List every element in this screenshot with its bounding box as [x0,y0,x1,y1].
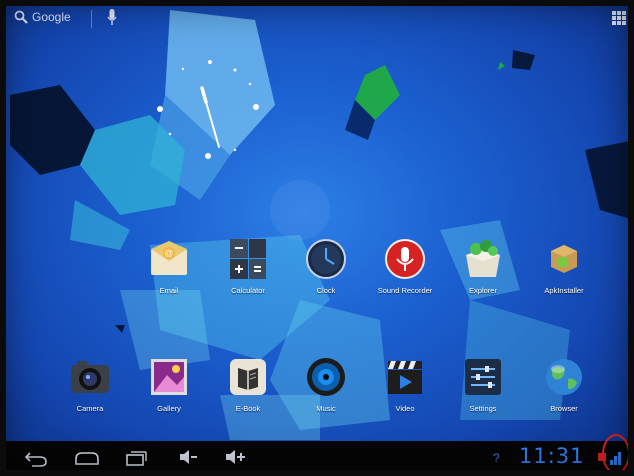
divider [91,10,92,28]
highlight-annotation-circle [602,434,630,474]
app-browser[interactable]: Browser [528,356,600,413]
status-clock[interactable]: 11:31 [519,444,585,468]
recent-apps-icon[interactable] [125,450,147,466]
email-icon: @ [148,238,190,280]
app-camera[interactable]: Camera [54,356,126,413]
back-icon[interactable] [24,449,48,467]
app-sound-recorder[interactable]: Sound Recorder [369,238,441,295]
globe-icon [543,356,585,398]
app-label: Browser [550,404,578,413]
folder-explorer-icon [462,238,504,280]
app-label: Clock [316,286,336,295]
camera-icon [69,356,111,398]
app-email[interactable]: @ Email [133,238,205,295]
home-screen: Google @ Email Calculator Clock Sound Re… [0,0,634,476]
app-label: Camera [76,404,104,413]
app-label: Email [159,286,179,295]
book-icon [227,356,269,398]
analog-clock-widget[interactable] [150,52,270,172]
app-calculator[interactable]: Calculator [212,238,284,295]
app-explorer[interactable]: Explorer [447,238,519,295]
voice-search-mic-icon[interactable] [107,9,117,27]
volume-up-icon[interactable] [224,449,246,465]
calculator-icon [227,238,269,280]
app-gallery[interactable]: Gallery [133,356,205,413]
search-icon [14,10,28,24]
svg-text:@: @ [164,248,173,258]
microphone-icon [384,238,426,280]
app-label: Calculator [231,286,265,295]
app-clock[interactable]: Clock [290,238,362,295]
app-label: ApkInstaller [544,286,584,295]
app-music[interactable]: Music [290,356,362,413]
home-icon[interactable] [74,451,100,465]
app-label: Explorer [469,286,497,295]
all-apps-grid-icon[interactable] [612,11,626,25]
volume-down-icon[interactable] [178,449,198,465]
package-installer-icon [543,238,585,280]
google-search-bar[interactable]: Google [14,10,71,24]
music-speaker-icon [305,356,347,398]
gallery-icon [148,356,190,398]
app-label: Settings [469,404,497,413]
app-label: Sound Recorder [377,286,433,295]
app-apkinstaller[interactable]: ApkInstaller [528,238,600,295]
app-video[interactable]: Video [369,356,441,413]
app-label: Video [395,404,415,413]
search-label: Google [32,10,71,24]
app-label: E-Book [235,404,261,413]
app-ebook[interactable]: E-Book [212,356,284,413]
unknown-status-icon: ? [493,451,500,465]
top-bar: Google [0,0,634,38]
clock-icon [305,238,347,280]
app-label: Music [316,404,336,413]
settings-sliders-icon [462,356,504,398]
app-label: Gallery [157,404,181,413]
app-settings[interactable]: Settings [447,356,519,413]
video-clapper-icon [384,356,426,398]
